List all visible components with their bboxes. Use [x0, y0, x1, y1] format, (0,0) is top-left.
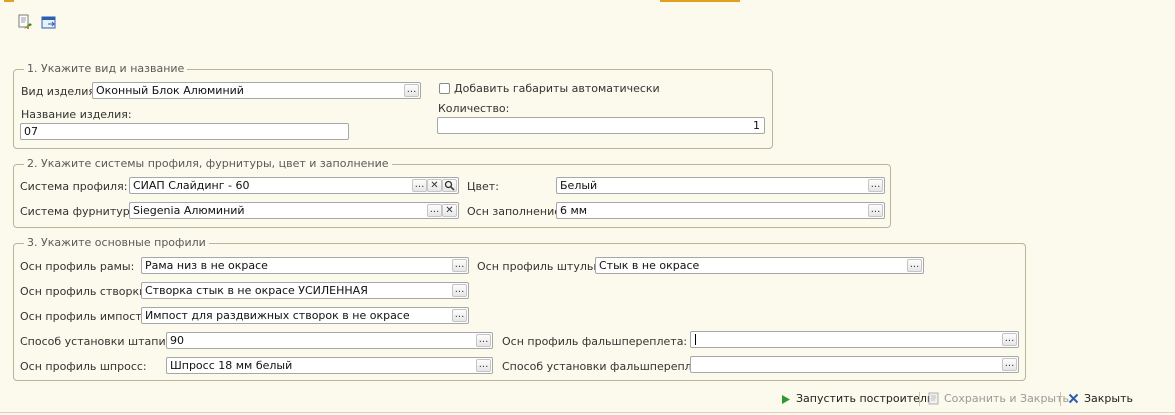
clear-icon[interactable]: ✕: [427, 179, 442, 192]
fittings-system-value: Siegenia Алюминий: [133, 204, 245, 217]
muntin-profile-field[interactable]: Шпросс 18 мм белый ...: [166, 357, 493, 374]
name-value: 07: [24, 125, 38, 138]
bead-install-label: Способ установки штапика:: [20, 335, 183, 348]
select-button[interactable]: ...: [1002, 358, 1017, 371]
kind-value: Оконный Блок Алюминий: [96, 84, 244, 97]
select-button[interactable]: ...: [1002, 333, 1017, 346]
bead-install-field[interactable]: 90 ...: [166, 332, 493, 349]
select-button[interactable]: ...: [404, 84, 419, 97]
sash-profile-value: Створка стык в не окрасе УСИЛЕННАЯ: [145, 284, 368, 297]
close-icon: [1068, 393, 1079, 407]
play-icon: [781, 394, 791, 408]
false-frame-install-field[interactable]: ...: [690, 356, 1019, 373]
select-button[interactable]: ...: [476, 359, 491, 372]
close-button[interactable]: Закрыть: [1084, 392, 1133, 405]
profile-system-field[interactable]: СИАП Слайдинг - 60 ... ✕: [129, 177, 459, 194]
mullion-profile-value: Стык в не окрасе: [599, 259, 700, 272]
color-label: Цвет:: [467, 180, 499, 193]
header-accent-strip: [0, 0, 1175, 3]
select-button[interactable]: ...: [907, 259, 922, 272]
muntin-profile-label: Осн профиль шпросс:: [20, 360, 147, 373]
mullion-profile-label: Осн профиль штульпа:: [477, 260, 611, 273]
select-button[interactable]: ...: [412, 179, 427, 192]
save-document-icon: [928, 392, 940, 408]
title-fragment: [4, 0, 14, 2]
window-export-icon[interactable]: [41, 15, 57, 31]
group-title: 3. Укажите основные профили: [24, 236, 209, 249]
color-value: Белый: [560, 179, 598, 192]
kind-field[interactable]: Оконный Блок Алюминий ...: [92, 82, 421, 99]
group-title: 1. Укажите вид и название: [24, 62, 188, 75]
qty-label: Количество:: [438, 102, 510, 115]
fill-label: Осн заполнение:: [467, 205, 565, 218]
fittings-system-field[interactable]: Siegenia Алюминий ... ✕: [129, 202, 459, 219]
frame-profile-label: Осн профиль рамы:: [20, 260, 135, 273]
select-button[interactable]: ...: [427, 204, 442, 217]
divider: [919, 392, 920, 406]
impost-profile-field[interactable]: Импост для раздвижных створок в не окрас…: [141, 307, 469, 324]
auto-dims-checkbox[interactable]: [439, 83, 450, 94]
text-caret: [695, 334, 696, 345]
group-title: 2. Укажите системы профиля, фурнитуры, ц…: [24, 157, 392, 170]
name-input[interactable]: 07: [20, 123, 349, 140]
report-arrow-icon[interactable]: [17, 14, 33, 30]
false-frame-profile-field[interactable]: ...: [690, 331, 1019, 348]
search-icon[interactable]: [442, 179, 457, 192]
select-button[interactable]: ...: [476, 334, 491, 347]
sash-profile-label: Осн профиль створки:: [20, 285, 151, 298]
auto-dims-label: Добавить габариты автоматически: [454, 82, 660, 95]
qty-input[interactable]: 1: [437, 117, 765, 134]
bottom-border: [0, 412, 1175, 413]
color-field[interactable]: Белый ...: [556, 177, 885, 194]
muntin-profile-value: Шпросс 18 мм белый: [170, 359, 293, 372]
select-button[interactable]: ...: [452, 259, 467, 272]
kind-label: Вид изделия:: [21, 85, 99, 98]
fill-value: 6 мм: [560, 204, 588, 217]
save-and-close-button[interactable]: Сохранить и Закрыть: [944, 392, 1069, 405]
frame-profile-value: Рама низ в не окрасе: [145, 259, 268, 272]
qty-value: 1: [753, 119, 760, 132]
impost-profile-value: Импост для раздвижных створок в не окрас…: [145, 309, 410, 322]
frame-profile-field[interactable]: Рама низ в не окрасе ...: [141, 257, 469, 274]
bead-install-value: 90: [170, 334, 184, 347]
false-frame-profile-label: Осн профиль фальшпереплета:: [502, 335, 688, 348]
select-button[interactable]: ...: [868, 179, 883, 192]
select-button[interactable]: ...: [868, 204, 883, 217]
fittings-system-label: Система фурнитуры:: [20, 205, 143, 218]
select-button[interactable]: ...: [452, 284, 467, 297]
impost-profile-label: Осн профиль импоста:: [20, 310, 153, 323]
run-builder-button[interactable]: Запустить построитель: [796, 392, 933, 405]
fill-field[interactable]: 6 мм ...: [556, 202, 885, 219]
divider: [1060, 392, 1061, 406]
select-button[interactable]: ...: [452, 309, 467, 322]
sash-profile-field[interactable]: Створка стык в не окрасе УСИЛЕННАЯ ...: [141, 282, 469, 299]
profile-system-label: Система профиля:: [20, 180, 128, 193]
name-label: Название изделия:: [21, 108, 132, 121]
false-frame-install-label: Способ установки фальшпереплета:: [502, 360, 716, 373]
mullion-profile-field[interactable]: Стык в не окрасе ...: [595, 257, 924, 274]
title-fragment: [660, 0, 740, 2]
profile-system-value: СИАП Слайдинг - 60: [133, 179, 250, 192]
clear-icon[interactable]: ✕: [442, 204, 457, 217]
